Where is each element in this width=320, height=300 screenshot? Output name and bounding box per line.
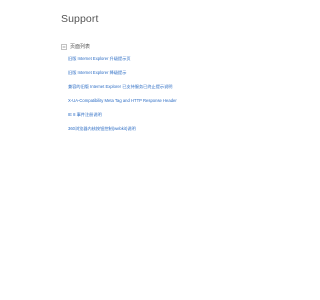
list-item: 兼容的旧版 Internet Explorer 已支持服务已终止提示说明 [68, 82, 177, 96]
page-link-360-webkit[interactable]: 360浏览器内核按钮控制(webkit)说明 [68, 126, 136, 131]
page-link-ie-downgrade[interactable]: 旧版 Internet Explorer 降级提示 [68, 70, 126, 75]
list-item: 旧版 Internet Explorer 降级提示 [68, 68, 177, 82]
page-link-ie-support-ended[interactable]: 兼容的旧版 Internet Explorer 已支持服务已终止提示说明 [68, 84, 172, 89]
page-link-ie-upgrade[interactable]: 旧版 Internet Explorer 升级提示页 [68, 56, 131, 61]
list-item: 旧版 Internet Explorer 升级提示页 [68, 54, 177, 68]
section-label: 页面列表 [70, 44, 91, 50]
list-item: X-UA-Compatibility Meta Tag and HTTP Res… [68, 96, 177, 110]
page-link-ie8-events[interactable]: IE 8 事件注册说明 [68, 112, 102, 117]
list-item: 360浏览器内核按钮控制(webkit)说明 [68, 124, 177, 138]
page-link-list: 旧版 Internet Explorer 升级提示页 旧版 Internet E… [68, 54, 177, 138]
page-link-x-ua-compatibility[interactable]: X-UA-Compatibility Meta Tag and HTTP Res… [68, 98, 177, 103]
section-header[interactable]: 页面列表 [61, 42, 90, 51]
collapse-toggle-icon[interactable] [61, 43, 67, 50]
list-item: IE 8 事件注册说明 [68, 110, 177, 124]
page-title: Support [61, 13, 99, 25]
